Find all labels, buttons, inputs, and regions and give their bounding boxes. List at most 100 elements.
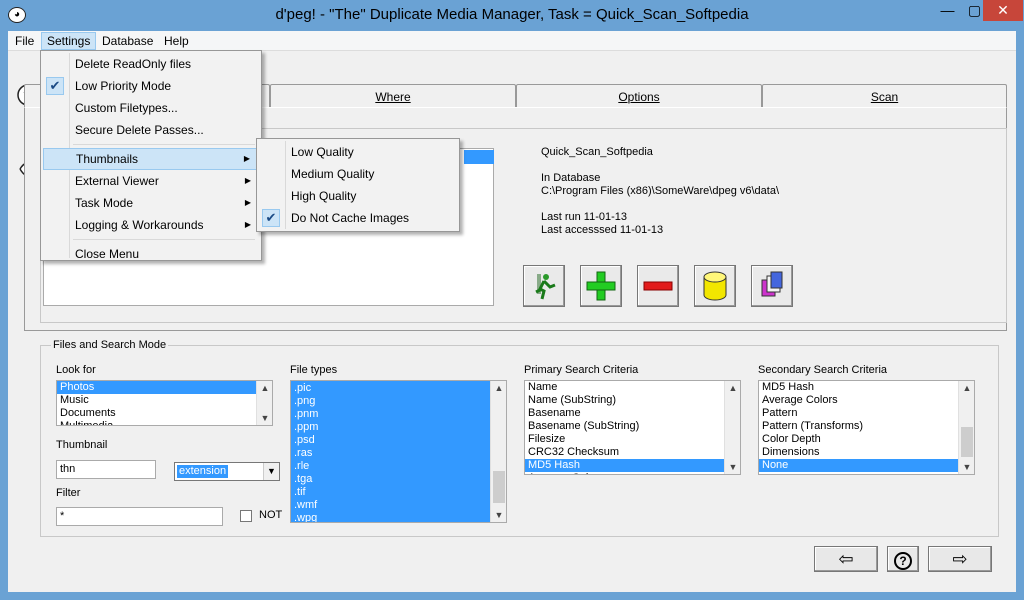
menu-file[interactable]: File [10, 32, 39, 50]
scrollbar-thumb[interactable] [493, 471, 505, 503]
list-item[interactable]: Filesize [525, 433, 724, 446]
menu-item-low-quality[interactable]: Low Quality [259, 141, 457, 163]
menu-settings[interactable]: Settings [41, 32, 97, 50]
list-item[interactable]: Name [525, 381, 724, 394]
checkmark-icon: ✔ [262, 209, 280, 227]
not-checkbox[interactable] [240, 510, 252, 522]
menu-item-label: Do Not Cache Images [291, 211, 410, 225]
menu-item-thumbnails[interactable]: Thumbnails ▶ [43, 148, 259, 170]
primary-criteria-list[interactable]: Name Name (SubString) Basename Basename (Su… [524, 380, 741, 475]
list-item[interactable]: .tga [291, 473, 490, 486]
list-item[interactable]: Average Colors [525, 472, 724, 474]
tab-where[interactable]: Where [270, 84, 516, 108]
menu-help[interactable]: Help [159, 32, 194, 50]
copy-icon [761, 271, 783, 297]
list-item[interactable]: Basename [525, 407, 724, 420]
close-button[interactable]: ✕ [983, 0, 1023, 21]
scroll-down-icon[interactable]: ▼ [257, 411, 272, 425]
list-item[interactable]: .rle [291, 460, 490, 473]
filter-input[interactable]: * [56, 507, 223, 526]
list-item[interactable]: .psd [291, 434, 490, 447]
file-types-scrollbar[interactable]: ▲ ▼ [490, 381, 506, 522]
minimize-button[interactable]: — [934, 0, 961, 21]
tab-options[interactable]: Options [516, 84, 762, 108]
primary-scrollbar[interactable]: ▲ ▼ [724, 381, 740, 474]
list-item[interactable]: None [759, 459, 958, 472]
scroll-up-icon[interactable]: ▲ [257, 381, 272, 395]
forward-button[interactable]: ⇨ [928, 546, 992, 572]
menu-separator [73, 144, 255, 145]
list-item[interactable]: Name (SubString) [525, 394, 724, 407]
settings-menu: Delete ReadOnly files Low Priority Mode ✔ C… [40, 50, 262, 261]
copy-task-button[interactable] [751, 265, 793, 307]
window-title: d'peg! - "The" Duplicate Media Manager, … [275, 6, 749, 23]
tab-scan[interactable]: Scan [762, 84, 1007, 108]
list-item[interactable]: .wmf [291, 499, 490, 512]
run-button[interactable] [523, 265, 565, 307]
scroll-down-icon[interactable]: ▼ [491, 508, 506, 522]
menu-item-custom-filetypes[interactable]: Custom Filetypes... [43, 97, 259, 119]
files-search-title: Files and Search Mode [51, 339, 169, 351]
thumbnails-submenu: Low Quality Medium Quality High Quality Do … [256, 138, 460, 232]
list-item[interactable]: .ras [291, 447, 490, 460]
list-item[interactable]: .png [291, 395, 490, 408]
files-search-groupbox: Files and Search Mode Look for Photos Mus… [40, 339, 999, 537]
list-item[interactable]: Pattern (Transforms) [759, 420, 958, 433]
menu-item-label: Close Menu [75, 247, 140, 261]
scroll-down-icon[interactable]: ▼ [725, 460, 740, 474]
database-button[interactable] [694, 265, 736, 307]
filter-label: Filter [56, 487, 81, 499]
scroll-up-icon[interactable]: ▲ [959, 381, 974, 395]
list-item[interactable]: .ppm [291, 421, 490, 434]
list-item[interactable]: MD5 Hash [759, 381, 958, 394]
list-item[interactable]: Photos [57, 381, 256, 394]
list-item[interactable]: .wpg [291, 512, 490, 522]
menu-item-low-priority-mode[interactable]: Low Priority Mode ✔ [43, 75, 259, 97]
scroll-up-icon[interactable]: ▲ [725, 381, 740, 395]
list-item[interactable]: .pic [291, 382, 490, 395]
look-for-list[interactable]: Photos Music Documents Multimedia ▲ ▼ [56, 380, 273, 426]
menu-item-logging-workarounds[interactable]: Logging & Workarounds ▶ [43, 214, 259, 236]
list-item[interactable]: Color Depth [759, 433, 958, 446]
menu-item-label: Low Quality [291, 145, 354, 159]
scrollbar-thumb[interactable] [961, 427, 973, 457]
add-task-button[interactable] [580, 265, 622, 307]
primary-criteria-label: Primary Search Criteria [524, 364, 639, 376]
list-item[interactable]: MD5 Hash [525, 459, 724, 472]
menu-item-medium-quality[interactable]: Medium Quality [259, 163, 457, 185]
menu-item-label: Task Mode [75, 196, 134, 210]
menu-item-label: External Viewer [75, 174, 159, 188]
scroll-up-icon[interactable]: ▲ [491, 381, 506, 395]
menu-item-close-menu[interactable]: Close Menu [43, 243, 259, 265]
file-types-list[interactable]: .pic .png .pnm .ppm .psd .ras .rle .tga .tif .wmf… [290, 380, 507, 523]
list-item[interactable]: Multimedia [57, 420, 256, 425]
thumbnail-input[interactable]: thn [56, 460, 156, 479]
thumbnail-mode-select[interactable]: extension ▼ [174, 462, 280, 481]
task-list-selection[interactable] [464, 150, 494, 164]
list-item[interactable]: Documents [57, 407, 256, 420]
list-item[interactable]: .pnm [291, 408, 490, 421]
list-item[interactable]: Music [57, 394, 256, 407]
menu-item-do-not-cache-images[interactable]: Do Not Cache Images ✔ [259, 207, 457, 229]
list-item[interactable]: Basename (SubString) [525, 420, 724, 433]
list-item[interactable]: CRC32 Checksum [525, 446, 724, 459]
help-button[interactable]: ? [887, 546, 919, 572]
back-button[interactable]: ⇦ [814, 546, 878, 572]
scroll-down-icon[interactable]: ▼ [959, 460, 974, 474]
secondary-scrollbar[interactable]: ▲ ▼ [958, 381, 974, 474]
title-bar[interactable]: ◕ d'peg! - "The" Duplicate Media Manager… [0, 0, 1024, 31]
menu-item-delete-readonly-files[interactable]: Delete ReadOnly files [43, 53, 259, 75]
list-item[interactable]: Average Colors [759, 394, 958, 407]
list-item[interactable]: .tif [291, 486, 490, 499]
menu-item-high-quality[interactable]: High Quality [259, 185, 457, 207]
menu-database[interactable]: Database [97, 32, 158, 50]
remove-task-button[interactable] [637, 265, 679, 307]
secondary-criteria-list[interactable]: MD5 Hash Average Colors Pattern Pattern (Tr… [758, 380, 975, 475]
list-item[interactable]: Pattern [759, 407, 958, 420]
menu-item-secure-delete-passes[interactable]: Secure Delete Passes... [43, 119, 259, 141]
menu-item-external-viewer[interactable]: External Viewer ▶ [43, 170, 259, 192]
menu-item-task-mode[interactable]: Task Mode ▶ [43, 192, 259, 214]
look-for-scrollbar[interactable]: ▲ ▼ [256, 381, 272, 425]
chevron-down-icon[interactable]: ▼ [263, 463, 279, 480]
list-item[interactable]: Dimensions [759, 446, 958, 459]
